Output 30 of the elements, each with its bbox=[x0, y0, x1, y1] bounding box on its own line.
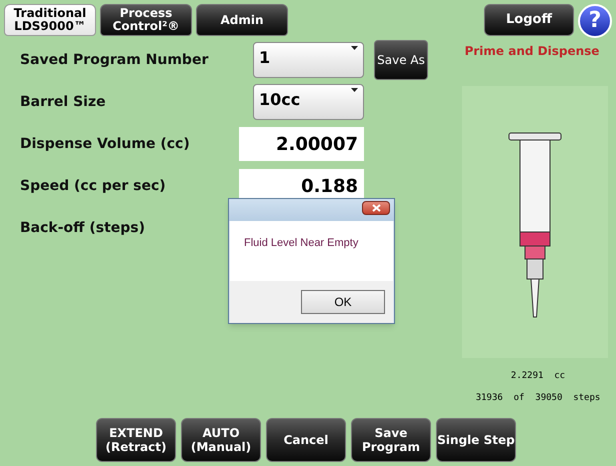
action-button[interactable]: Single Step bbox=[436, 418, 516, 462]
action-button[interactable]: EXTEND (Retract) bbox=[96, 418, 176, 462]
field-label: Back-off (steps) bbox=[20, 218, 146, 238]
field-label: Dispense Volume (cc) bbox=[20, 134, 191, 154]
action-button[interactable]: Cancel bbox=[266, 418, 346, 462]
action-button[interactable]: AUTO (Manual) bbox=[181, 418, 261, 462]
field-label: Speed (cc per sec) bbox=[20, 176, 167, 196]
logoff-button[interactable]: Logoff bbox=[484, 4, 574, 36]
steps-reading: 31936 of 39050 steps bbox=[476, 392, 600, 404]
caret-icon bbox=[351, 88, 358, 92]
save-as-button[interactable]: Save As bbox=[374, 40, 428, 80]
help-button[interactable]: ? bbox=[578, 4, 612, 38]
close-button[interactable] bbox=[362, 201, 390, 215]
dropdown[interactable]: 1 bbox=[253, 42, 364, 78]
ok-button[interactable]: OK bbox=[301, 290, 385, 314]
field-label: Saved Program Number bbox=[20, 50, 210, 70]
dropdown[interactable]: 10cc bbox=[253, 84, 364, 120]
volume-reading: 2.2291 cc bbox=[510, 370, 566, 383]
tab[interactable]: Process Control²® bbox=[100, 4, 192, 36]
caret-icon bbox=[351, 46, 358, 50]
dropdown-value: 10cc bbox=[259, 89, 300, 111]
action-button[interactable]: Save Program bbox=[351, 418, 431, 462]
mode-title: Prime and Dispense bbox=[464, 43, 600, 60]
dropdown-value: 1 bbox=[259, 47, 270, 69]
close-icon bbox=[372, 204, 380, 212]
dialog-message: Fluid Level Near Empty bbox=[244, 236, 360, 251]
tab[interactable]: Admin bbox=[196, 4, 288, 36]
field-label: Barrel Size bbox=[20, 92, 107, 112]
input-field[interactable]: 2.00007 bbox=[239, 127, 364, 161]
tab[interactable]: Traditional LDS9000™ bbox=[4, 4, 96, 36]
